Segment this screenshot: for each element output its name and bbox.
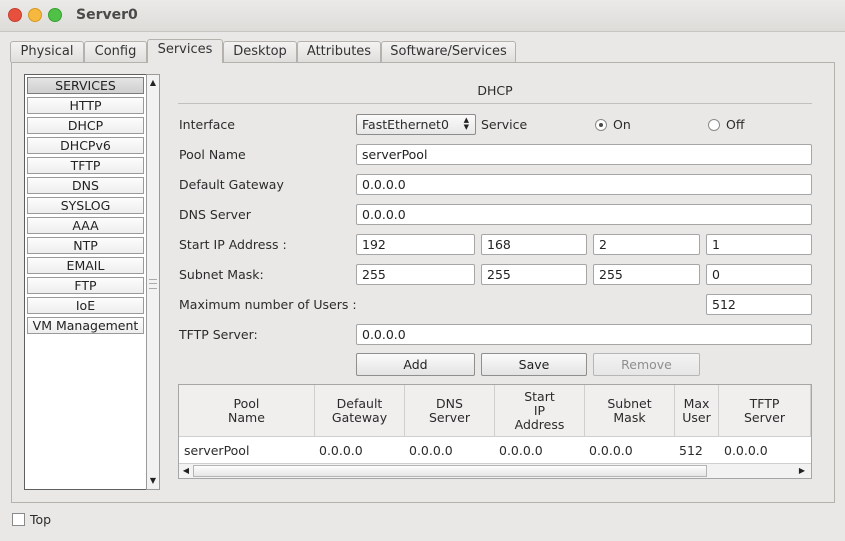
service-label: Service [481, 117, 528, 132]
tab-software-services[interactable]: Software/Services [381, 41, 516, 62]
services-scrollbar[interactable]: ▲ ▼ [146, 74, 160, 490]
col-max-user[interactable]: Max User [675, 385, 719, 437]
services-header[interactable]: SERVICES [27, 77, 144, 94]
arrow-left-icon[interactable]: ◀ [181, 465, 191, 477]
service-on-radio[interactable] [595, 119, 607, 131]
start-ip-octet-2[interactable]: 168 [481, 234, 587, 255]
max-users-label: Maximum number of Users : [179, 297, 357, 312]
subnet-octet-4[interactable]: 0 [706, 264, 812, 285]
tab-attributes[interactable]: Attributes [297, 41, 381, 62]
col-start-ip[interactable]: Start IP Address [495, 385, 585, 437]
max-users-input[interactable]: 512 [706, 294, 812, 315]
tab-physical[interactable]: Physical [10, 41, 84, 62]
service-vm-management[interactable]: VM Management [27, 317, 144, 334]
close-icon[interactable] [8, 8, 22, 22]
service-on-label: On [613, 117, 631, 132]
cell-default-gateway: 0.0.0.0 [319, 443, 363, 458]
service-aaa[interactable]: AAA [27, 217, 144, 234]
subnet-octet-3[interactable]: 255 [593, 264, 700, 285]
window-title: Server0 [76, 7, 138, 23]
tftp-label: TFTP Server: [179, 327, 258, 342]
start-ip-label: Start IP Address : [179, 237, 287, 252]
service-syslog[interactable]: SYSLOG [27, 197, 144, 214]
service-dns[interactable]: DNS [27, 177, 144, 194]
arrow-up-icon[interactable]: ▲ [148, 77, 158, 89]
hscroll-thumb[interactable] [193, 465, 707, 477]
tab-config[interactable]: Config [84, 41, 147, 62]
service-tftp[interactable]: TFTP [27, 157, 144, 174]
cell-max-user: 512 [679, 443, 703, 458]
col-default-gateway[interactable]: Default Gateway [315, 385, 405, 437]
pool-table: Pool Name Default Gateway DNS Server Sta… [178, 384, 812, 479]
cell-dns-server: 0.0.0.0 [409, 443, 453, 458]
col-subnet-mask[interactable]: Subnet Mask [585, 385, 675, 437]
tab-services[interactable]: Services [147, 39, 223, 63]
dns-label: DNS Server [179, 207, 251, 222]
remove-button[interactable]: Remove [593, 353, 700, 376]
services-list: SERVICES HTTP DHCP DHCPv6 TFTP DNS SYSLO… [24, 74, 147, 490]
service-dhcp[interactable]: DHCP [27, 117, 144, 134]
table-hscrollbar[interactable]: ◀ ▶ [179, 463, 811, 478]
spinner-icon: ▲ ▼ [463, 116, 469, 131]
save-button[interactable]: Save [481, 353, 587, 376]
section-divider [178, 103, 812, 104]
service-http[interactable]: HTTP [27, 97, 144, 114]
start-ip-octet-3[interactable]: 2 [593, 234, 700, 255]
add-button[interactable]: Add [356, 353, 475, 376]
service-ftp[interactable]: FTP [27, 277, 144, 294]
service-off-label: Off [726, 117, 745, 132]
tftp-input[interactable]: 0.0.0.0 [356, 324, 812, 345]
start-ip-octet-1[interactable]: 192 [356, 234, 475, 255]
interface-select[interactable]: FastEthernet0 ▲ ▼ [356, 114, 476, 135]
subnet-octet-2[interactable]: 255 [481, 264, 587, 285]
dhcp-title: DHCP [477, 83, 513, 98]
service-email[interactable]: EMAIL [27, 257, 144, 274]
maximize-icon[interactable] [48, 8, 62, 22]
minimize-icon[interactable] [28, 8, 42, 22]
col-dns-server[interactable]: DNS Server [405, 385, 495, 437]
col-pool-name[interactable]: Pool Name [179, 385, 315, 437]
cell-subnet-mask: 0.0.0.0 [589, 443, 633, 458]
service-ntp[interactable]: NTP [27, 237, 144, 254]
service-off-radio[interactable] [708, 119, 720, 131]
subnet-octet-1[interactable]: 255 [356, 264, 475, 285]
pool-name-label: Pool Name [179, 147, 246, 162]
top-checkbox[interactable] [12, 513, 25, 526]
dns-input[interactable]: 0.0.0.0 [356, 204, 812, 225]
arrow-right-icon[interactable]: ▶ [797, 465, 807, 477]
service-dhcpv6[interactable]: DHCPv6 [27, 137, 144, 154]
start-ip-octet-4[interactable]: 1 [706, 234, 812, 255]
pool-name-input[interactable]: serverPool [356, 144, 812, 165]
cell-start-ip: 0.0.0.0 [499, 443, 543, 458]
subnet-label: Subnet Mask: [179, 267, 264, 282]
col-tftp-server[interactable]: TFTP Server [719, 385, 811, 437]
interface-value: FastEthernet0 [362, 117, 449, 132]
gateway-label: Default Gateway [179, 177, 284, 192]
top-label: Top [30, 512, 52, 527]
scroll-grip-icon [149, 279, 157, 289]
cell-pool-name: serverPool [184, 443, 250, 458]
title-bar: Server0 [0, 0, 845, 32]
interface-label: Interface [179, 117, 235, 132]
gateway-input[interactable]: 0.0.0.0 [356, 174, 812, 195]
service-ioe[interactable]: IoE [27, 297, 144, 314]
cell-tftp-server: 0.0.0.0 [724, 443, 768, 458]
tab-desktop[interactable]: Desktop [223, 41, 297, 62]
arrow-down-icon[interactable]: ▼ [148, 475, 158, 487]
